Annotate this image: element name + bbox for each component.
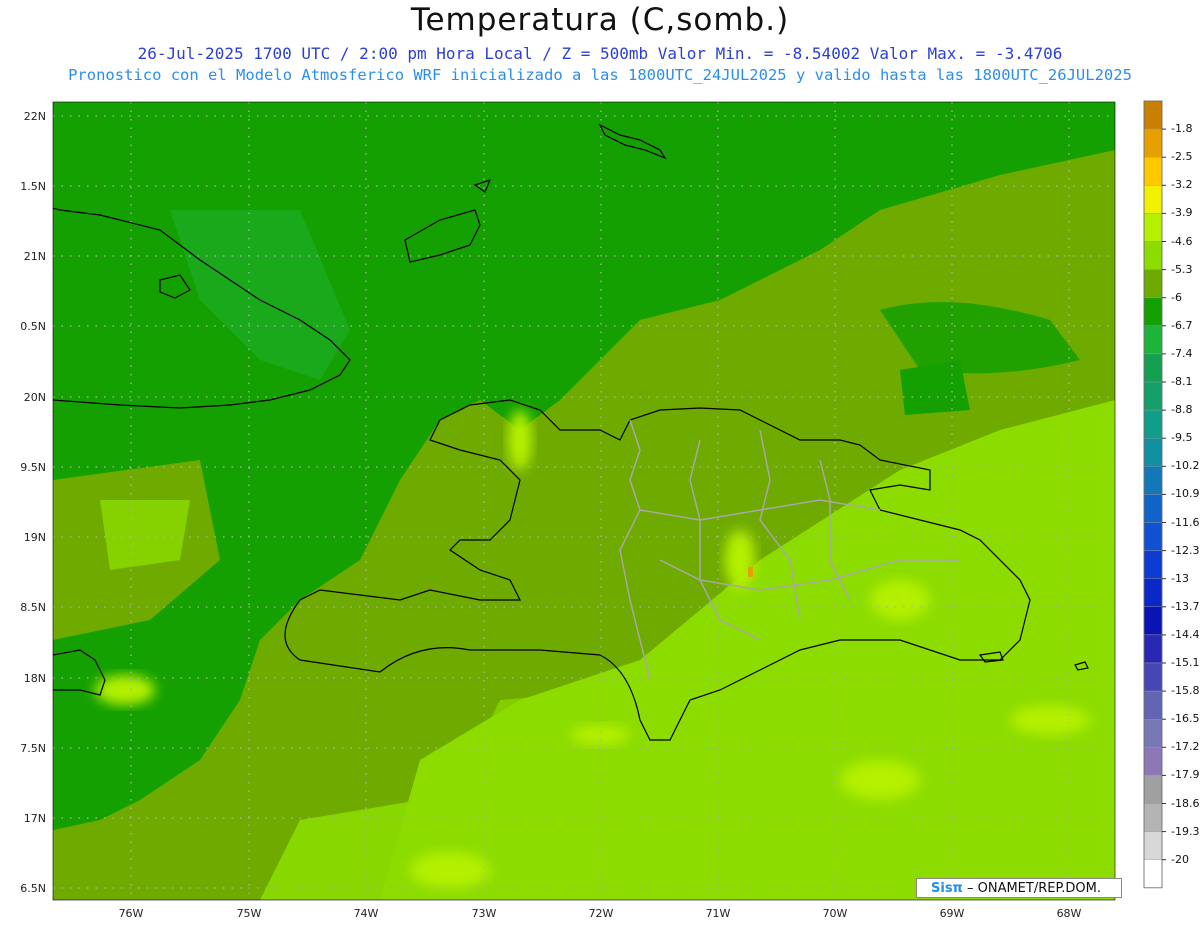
lon-label: 73W xyxy=(472,907,497,920)
color-scale-label: -8.8 xyxy=(1171,403,1193,417)
color-scale-label: -9.5 xyxy=(1171,431,1193,445)
color-scale-swatch xyxy=(1143,662,1163,692)
color-scale-label: -14.4 xyxy=(1171,627,1200,641)
color-scale-label: -15.8 xyxy=(1171,684,1200,698)
lat-label: 1.5N xyxy=(20,180,46,193)
color-scale-label: -11.6 xyxy=(1171,515,1200,529)
color-scale-label: -18.6 xyxy=(1171,796,1200,810)
lon-label: 74W xyxy=(354,907,379,920)
lat-label: 6.5N xyxy=(20,882,46,895)
lon-label: 71W xyxy=(706,907,731,920)
color-scale-swatch xyxy=(1143,578,1163,608)
latitude-axis: 22N 1.5N 21N 0.5N 20N 9.5N 19N 8.5N 18N … xyxy=(20,110,46,895)
color-scale-label: -17.9 xyxy=(1171,768,1200,782)
color-scale-swatch xyxy=(1143,634,1163,664)
lat-label: 0.5N xyxy=(20,320,46,333)
color-scale-swatch xyxy=(1143,409,1163,439)
color-scale-label: -19.3 xyxy=(1171,824,1200,838)
color-scale-label: -17.2 xyxy=(1171,740,1200,754)
color-scale-swatch xyxy=(1143,241,1163,270)
color-scale-swatch xyxy=(1143,606,1163,636)
color-scale-label: -3.2 xyxy=(1171,178,1193,192)
color-scale-swatch xyxy=(1143,690,1163,720)
temperature-field xyxy=(53,102,1115,900)
color-scale-swatch xyxy=(1143,831,1163,860)
color-scale-label: -1.8 xyxy=(1171,122,1193,136)
lat-label: 20N xyxy=(24,391,46,404)
lat-label: 8.5N xyxy=(20,601,46,614)
color-scale-label: -10.2 xyxy=(1171,459,1200,473)
lon-label: 70W xyxy=(823,907,848,920)
color-scale-swatch xyxy=(1143,213,1163,242)
color-scale-swatch xyxy=(1143,325,1163,355)
longitude-axis: 76W 75W 74W 73W 72W 71W 70W 69W 68W xyxy=(119,907,1082,920)
color-scale-swatch xyxy=(1143,438,1163,467)
lon-label: 76W xyxy=(119,907,144,920)
lat-label: 17N xyxy=(24,812,46,825)
color-scale-swatch xyxy=(1143,522,1163,551)
color-scale-swatch xyxy=(1143,269,1163,298)
color-scale-swatch xyxy=(1143,100,1163,130)
color-scale-label: -5.3 xyxy=(1171,262,1193,276)
lat-label: 7.5N xyxy=(20,742,46,755)
color-scale-swatch xyxy=(1143,297,1163,327)
color-scale-label: -13.7 xyxy=(1171,599,1200,613)
lat-label: 21N xyxy=(24,250,46,263)
color-scale-label: -4.6 xyxy=(1171,234,1193,248)
color-scale-swatch xyxy=(1143,494,1163,523)
color-scale-label: -10.9 xyxy=(1171,487,1200,501)
credit-text: – ONAMET/REP.DOM. xyxy=(962,881,1101,896)
color-scale-swatch xyxy=(1143,128,1163,158)
color-scale-swatch xyxy=(1143,719,1163,748)
lat-label: 18N xyxy=(24,672,46,685)
color-scale-label: -3.9 xyxy=(1171,206,1193,220)
color-scale-label: -8.1 xyxy=(1171,375,1193,388)
color-scale-swatch xyxy=(1143,381,1163,411)
color-scale-bar xyxy=(1143,100,1166,889)
color-scale-swatch xyxy=(1143,185,1163,214)
color-scale-swatch xyxy=(1143,747,1163,776)
lon-label: 75W xyxy=(237,907,262,920)
sispi-logo: Sisπ xyxy=(931,881,963,896)
color-scale-swatch xyxy=(1143,550,1163,579)
lon-label: 72W xyxy=(589,907,614,920)
lon-label: 68W xyxy=(1057,907,1082,920)
lat-label: 19N xyxy=(24,531,46,544)
color-scale-label: -7.4 xyxy=(1171,346,1193,360)
color-scale-swatch xyxy=(1143,775,1163,804)
lon-label: 69W xyxy=(940,907,965,920)
color-scale-swatch xyxy=(1143,803,1163,832)
lat-label: 22N xyxy=(24,110,46,123)
temperature-map: 22N 1.5N 21N 0.5N 20N 9.5N 19N 8.5N 18N … xyxy=(20,100,1166,920)
color-scale-swatch xyxy=(1143,353,1163,383)
color-scale-label: -2.5 xyxy=(1171,150,1193,164)
color-scale-swatch xyxy=(1143,859,1163,889)
color-scale-label: -12.3 xyxy=(1171,543,1200,557)
color-scale-label: -16.5 xyxy=(1171,712,1200,726)
color-scale-label: -13 xyxy=(1171,571,1189,585)
color-scale-swatch xyxy=(1143,466,1163,495)
color-scale-label: -6 xyxy=(1171,290,1182,304)
credit-box: Sisπ – ONAMET/REP.DOM. xyxy=(916,878,1122,898)
color-scale-label: -20 xyxy=(1171,852,1189,866)
lat-label: 9.5N xyxy=(20,461,46,474)
color-scale-label: -6.7 xyxy=(1171,318,1193,332)
color-scale-swatch xyxy=(1143,156,1163,186)
color-scale-label: -15.1 xyxy=(1171,656,1200,669)
